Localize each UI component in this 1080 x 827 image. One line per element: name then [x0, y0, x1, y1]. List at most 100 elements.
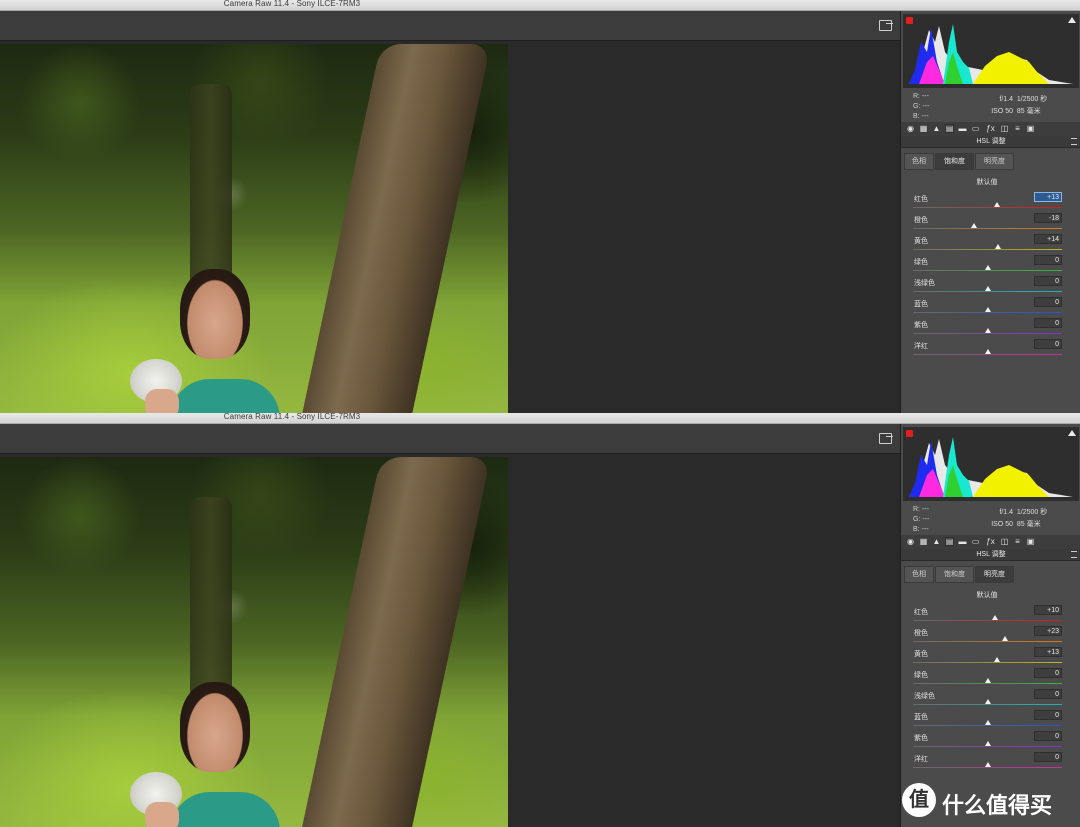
slider-track[interactable]: [913, 704, 1062, 705]
effects-icon[interactable]: ƒx: [986, 124, 995, 133]
slider-thumb[interactable]: [984, 762, 991, 767]
slider-track[interactable]: [913, 207, 1062, 208]
slider-thumb[interactable]: [984, 286, 991, 291]
slider-value-field[interactable]: +13: [1034, 192, 1062, 202]
right-panel: R: --- G: --- B: --- f/1.4 1/2500 秒 ISO …: [900, 11, 1080, 414]
slider-value-field[interactable]: 0: [1034, 255, 1062, 265]
hsl-icon[interactable]: ▤: [945, 537, 954, 546]
slider-value-field[interactable]: 0: [1034, 276, 1062, 286]
slider-value-field[interactable]: 0: [1034, 731, 1062, 741]
slider-value-field[interactable]: 0: [1034, 689, 1062, 699]
slider-value-field[interactable]: +23: [1034, 626, 1062, 636]
tone-curve-icon[interactable]: ▦: [919, 124, 928, 133]
slider-thumb[interactable]: [984, 307, 991, 312]
hsl-slider-row: 红色 +13: [901, 192, 1080, 213]
slider-thumb[interactable]: [991, 615, 998, 620]
tab-hue[interactable]: 色相: [904, 566, 934, 583]
slider-thumb[interactable]: [1001, 636, 1008, 641]
split-toning-icon[interactable]: ▬: [958, 124, 967, 133]
slider-track[interactable]: [913, 354, 1062, 355]
calibration-icon[interactable]: ◫: [1000, 537, 1009, 546]
window-title: Camera Raw 11.4 - Sony ILCE-7RM3: [223, 0, 361, 8]
effects-icon[interactable]: ƒx: [986, 537, 995, 546]
snapshots-icon[interactable]: ▣: [1026, 537, 1035, 546]
basic-icon[interactable]: ◉: [906, 124, 915, 133]
slider-track[interactable]: [913, 228, 1062, 229]
slider-value-field[interactable]: +13: [1034, 647, 1062, 657]
window-titlebar: Camera Raw 11.4 - Sony ILCE-7RM3: [0, 412, 1080, 424]
slider-thumb[interactable]: [984, 720, 991, 725]
tab-luminance[interactable]: 明亮度: [975, 566, 1014, 583]
split-toning-icon[interactable]: ▬: [958, 537, 967, 546]
slider-track[interactable]: [913, 662, 1062, 663]
slider-thumb[interactable]: [984, 699, 991, 704]
histogram: [903, 427, 1079, 501]
detail-icon[interactable]: ▲: [932, 537, 941, 546]
slider-thumb[interactable]: [984, 741, 991, 746]
hsl-slider-row: 红色 +10: [901, 605, 1080, 626]
camera-raw-window-top: Camera Raw 11.4 - Sony ILCE-7RM3 R: --- …: [0, 0, 1080, 414]
panel-menu-icon[interactable]: [1071, 551, 1077, 558]
slider-thumb[interactable]: [994, 657, 1001, 662]
snapshots-icon[interactable]: ▣: [1026, 124, 1035, 133]
slider-value-field[interactable]: 0: [1034, 297, 1062, 307]
panel-menu-icon[interactable]: [1071, 138, 1077, 145]
slider-thumb[interactable]: [994, 202, 1001, 207]
slider-track[interactable]: [913, 333, 1062, 334]
photo-preview: [0, 44, 508, 414]
slider-value-field[interactable]: 0: [1034, 668, 1062, 678]
slider-track[interactable]: [913, 746, 1062, 747]
hsl-slider-row: 橙色 -18: [901, 213, 1080, 234]
slider-thumb[interactable]: [971, 223, 978, 228]
slider-track[interactable]: [913, 270, 1062, 271]
right-panel: R: --- G: --- B: --- f/1.4 1/2500 秒 ISO …: [900, 424, 1080, 827]
slider-value-field[interactable]: 0: [1034, 339, 1062, 349]
slider-thumb[interactable]: [994, 244, 1001, 249]
slider-track[interactable]: [913, 683, 1062, 684]
hsl-section-title: HSL 调整: [976, 551, 1006, 558]
slider-track[interactable]: [913, 291, 1062, 292]
slider-value-field[interactable]: 0: [1034, 318, 1062, 328]
lens-icon[interactable]: ▭: [971, 537, 980, 546]
default-link[interactable]: 默认值: [901, 590, 1073, 600]
hsl-icon[interactable]: ▤: [945, 124, 954, 133]
slider-label: 绿色: [914, 672, 928, 679]
hsl-slider-row: 绿色 0: [901, 255, 1080, 276]
slider-track[interactable]: [913, 312, 1062, 313]
aperture-value: f/1.4: [999, 509, 1013, 516]
slider-track[interactable]: [913, 249, 1062, 250]
detail-icon[interactable]: ▲: [932, 124, 941, 133]
slider-value-field[interactable]: 0: [1034, 710, 1062, 720]
tab-hue[interactable]: 色相: [904, 153, 934, 170]
presets-icon[interactable]: ≡: [1013, 537, 1022, 546]
rgb-readout: R: --- G: --- B: ---: [913, 505, 929, 535]
default-link[interactable]: 默认值: [901, 177, 1073, 187]
slider-value-field[interactable]: +10: [1034, 605, 1062, 615]
slider-track[interactable]: [913, 641, 1062, 642]
slider-track[interactable]: [913, 725, 1062, 726]
tone-curve-icon[interactable]: ▦: [919, 537, 928, 546]
calibration-icon[interactable]: ◫: [1000, 124, 1009, 133]
lens-icon[interactable]: ▭: [971, 124, 980, 133]
histogram: [903, 14, 1079, 88]
photo-girl-head: [180, 269, 250, 359]
basic-icon[interactable]: ◉: [906, 537, 915, 546]
panel-tabs-icons: ◉ ▦ ▲ ▤ ▬ ▭ ƒx ◫ ≡ ▣: [901, 122, 1080, 136]
open-object-icon[interactable]: [879, 20, 893, 31]
slider-value-field[interactable]: -18: [1034, 213, 1062, 223]
tab-luminance[interactable]: 明亮度: [975, 153, 1014, 170]
slider-thumb[interactable]: [984, 349, 991, 354]
slider-label: 绿色: [914, 259, 928, 266]
slider-thumb[interactable]: [984, 678, 991, 683]
slider-value-field[interactable]: 0: [1034, 752, 1062, 762]
iso-value: ISO 50: [991, 108, 1013, 115]
slider-track[interactable]: [913, 767, 1062, 768]
tab-saturation[interactable]: 饱和度: [935, 153, 974, 170]
slider-thumb[interactable]: [984, 265, 991, 270]
slider-track[interactable]: [913, 620, 1062, 621]
slider-thumb[interactable]: [984, 328, 991, 333]
tab-saturation[interactable]: 饱和度: [935, 566, 974, 583]
slider-value-field[interactable]: +14: [1034, 234, 1062, 244]
presets-icon[interactable]: ≡: [1013, 124, 1022, 133]
open-object-icon[interactable]: [879, 433, 893, 444]
